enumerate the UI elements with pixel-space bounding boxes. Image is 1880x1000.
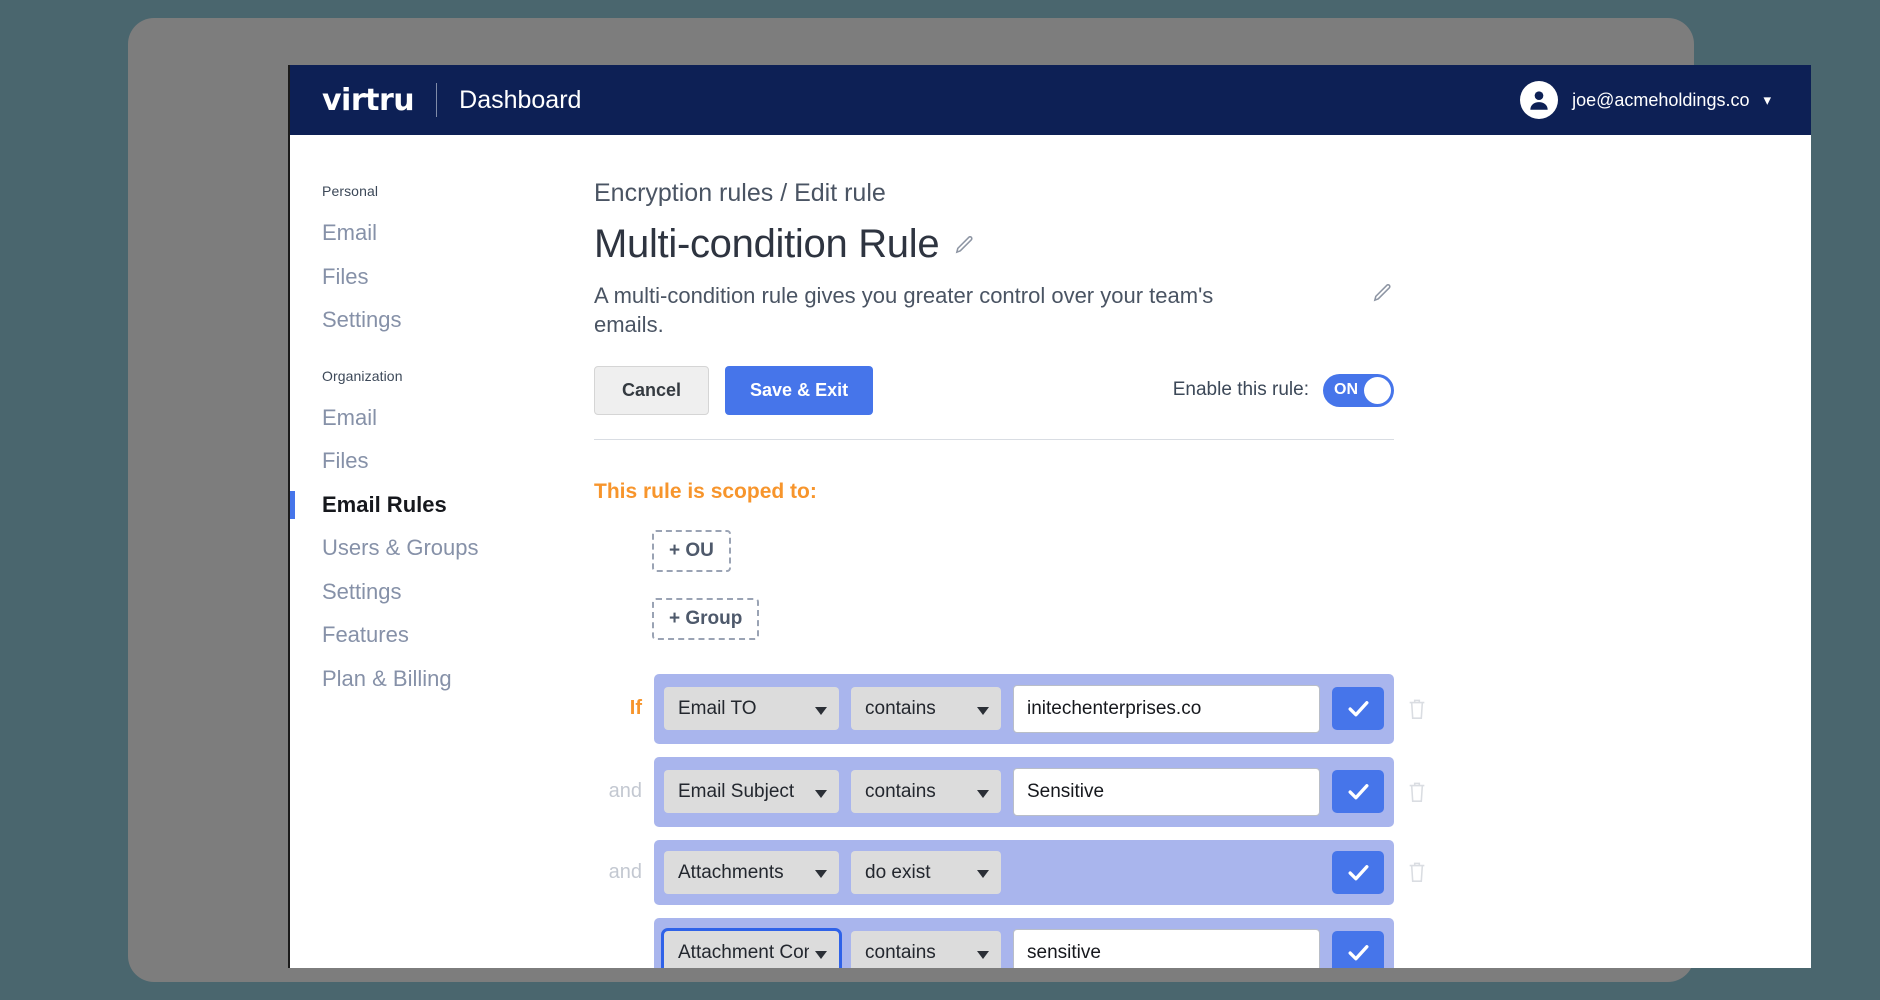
condition-body: Attachment Content contains	[654, 918, 1394, 969]
sidebar-section-label-personal: Personal	[290, 183, 552, 199]
enable-rule-toggle[interactable]: ON	[1323, 374, 1394, 407]
virtru-logo: virtru	[322, 83, 414, 118]
edit-title-pencil-icon[interactable]	[953, 233, 976, 256]
condition-field-select[interactable]: Attachment Content	[664, 931, 839, 968]
sidebar-section-personal: Personal Email Files Settings	[290, 183, 552, 342]
sidebar-item-org-email[interactable]: Email	[290, 396, 552, 440]
condition-field-select[interactable]: Attachments	[664, 851, 839, 894]
condition-block: If Email TO	[594, 674, 1811, 744]
condition-line: If Email TO	[594, 674, 1811, 744]
sidebar-item-features[interactable]: Features	[290, 613, 552, 657]
enable-rule-label: Enable this rule:	[1173, 379, 1309, 401]
sidebar-item-org-files[interactable]: Files	[290, 439, 552, 483]
rule-description: A multi-condition rule gives you greater…	[594, 281, 1284, 340]
sidebar-section-label-organization: Organization	[290, 368, 552, 384]
condition-operator-select[interactable]: contains	[851, 687, 1001, 730]
delete-condition-icon[interactable]	[1394, 780, 1440, 804]
sidebar-gap	[290, 342, 552, 368]
confirm-condition-button[interactable]	[1332, 770, 1384, 813]
condition-row: Email Subject contains	[654, 757, 1394, 827]
condition-row: Attachments do exist	[654, 840, 1394, 905]
device-frame: virtru Dashboard joe@acmeholdings.co ▾ P	[128, 18, 1694, 982]
condition-value-input[interactable]	[1013, 768, 1320, 816]
confirm-condition-button[interactable]	[1332, 931, 1384, 968]
condition-operator-select[interactable]: contains	[851, 770, 1001, 813]
toggle-state-label: ON	[1334, 381, 1358, 399]
field-select-wrap: Email Subject	[664, 770, 839, 813]
condition-conjunction: and	[594, 861, 654, 884]
enable-rule-control: Enable this rule: ON	[1173, 374, 1394, 407]
condition-block: and Attachments	[594, 840, 1811, 905]
scoped-to-label: This rule is scoped to:	[594, 480, 1811, 504]
sidebar-item-personal-settings[interactable]: Settings	[290, 298, 552, 342]
account-menu[interactable]: joe@acmeholdings.co ▾	[1520, 81, 1771, 119]
delete-condition-icon[interactable]	[1394, 697, 1440, 721]
scope-group-row: + Group	[594, 572, 1811, 640]
brand-divider	[436, 83, 437, 117]
sidebar-section-organization: Organization Email Files Email Rules Use…	[290, 368, 552, 701]
condition-line: and Email Subject	[594, 757, 1811, 827]
condition-line: and Attachment Content	[594, 918, 1811, 969]
top-navigation-bar: virtru Dashboard joe@acmeholdings.co ▾	[290, 65, 1811, 135]
condition-body: Attachments do exist	[654, 840, 1394, 905]
sidebar-item-users-groups[interactable]: Users & Groups	[290, 526, 552, 570]
content-area: Personal Email Files Settings Organizati…	[290, 135, 1811, 968]
field-select-wrap: Attachment Content	[664, 931, 839, 968]
condition-row: Attachment Content contains	[654, 918, 1394, 969]
scope-ou-row: + OU	[594, 504, 1811, 572]
add-group-button[interactable]: + Group	[652, 598, 759, 640]
condition-body: Email Subject contains	[654, 757, 1394, 827]
add-ou-button[interactable]: + OU	[652, 530, 731, 572]
main-panel: Encryption rules / Edit rule Multi-condi…	[552, 135, 1811, 968]
edit-description-pencil-icon[interactable]	[1371, 281, 1394, 304]
condition-value-input[interactable]	[1013, 685, 1320, 733]
condition-row: Email TO contains	[654, 674, 1394, 744]
description-row: A multi-condition rule gives you greater…	[594, 281, 1394, 340]
condition-line: and Attachments	[594, 840, 1811, 905]
condition-block: and Email Subject	[594, 757, 1811, 827]
account-email: joe@acmeholdings.co	[1572, 90, 1749, 111]
operator-select-wrap: contains	[851, 770, 1001, 813]
chevron-down-icon: ▾	[1763, 91, 1771, 109]
condition-block: and Attachment Content	[594, 918, 1811, 969]
toggle-knob	[1364, 377, 1391, 404]
sidebar-item-personal-email[interactable]: Email	[290, 211, 552, 255]
page-title: Multi-condition Rule	[594, 222, 939, 267]
title-row: Multi-condition Rule	[594, 222, 1811, 267]
app-window: virtru Dashboard joe@acmeholdings.co ▾ P	[288, 65, 1811, 968]
avatar	[1520, 81, 1558, 119]
condition-operator-select[interactable]: contains	[851, 931, 1001, 968]
condition-conjunction: If	[594, 697, 654, 720]
condition-value-input[interactable]	[1013, 929, 1320, 969]
field-select-wrap: Email TO	[664, 687, 839, 730]
confirm-condition-button[interactable]	[1332, 851, 1384, 894]
confirm-condition-button[interactable]	[1332, 687, 1384, 730]
condition-field-select[interactable]: Email Subject	[664, 770, 839, 813]
sidebar: Personal Email Files Settings Organizati…	[290, 135, 552, 968]
sidebar-item-email-rules[interactable]: Email Rules	[290, 483, 552, 527]
condition-field-select[interactable]: Email TO	[664, 687, 839, 730]
conditions-list: If Email TO	[594, 674, 1811, 969]
operator-select-wrap: contains	[851, 687, 1001, 730]
action-buttons-row: Cancel Save & Exit Enable this rule: ON	[594, 366, 1394, 440]
condition-operator-select[interactable]: do exist	[851, 851, 1001, 894]
sidebar-item-plan-billing[interactable]: Plan & Billing	[290, 657, 552, 701]
cancel-button[interactable]: Cancel	[594, 366, 709, 415]
condition-conjunction: and	[594, 780, 654, 803]
app-title: Dashboard	[459, 86, 581, 115]
condition-body: Email TO contains	[654, 674, 1394, 744]
operator-select-wrap: contains	[851, 931, 1001, 968]
sidebar-item-personal-files[interactable]: Files	[290, 255, 552, 299]
field-select-wrap: Attachments	[664, 851, 839, 894]
breadcrumb[interactable]: Encryption rules / Edit rule	[594, 179, 1811, 208]
operator-select-wrap: do exist	[851, 851, 1001, 894]
save-and-exit-button[interactable]: Save & Exit	[725, 366, 873, 415]
delete-condition-icon[interactable]	[1394, 860, 1440, 884]
sidebar-item-org-settings[interactable]: Settings	[290, 570, 552, 614]
